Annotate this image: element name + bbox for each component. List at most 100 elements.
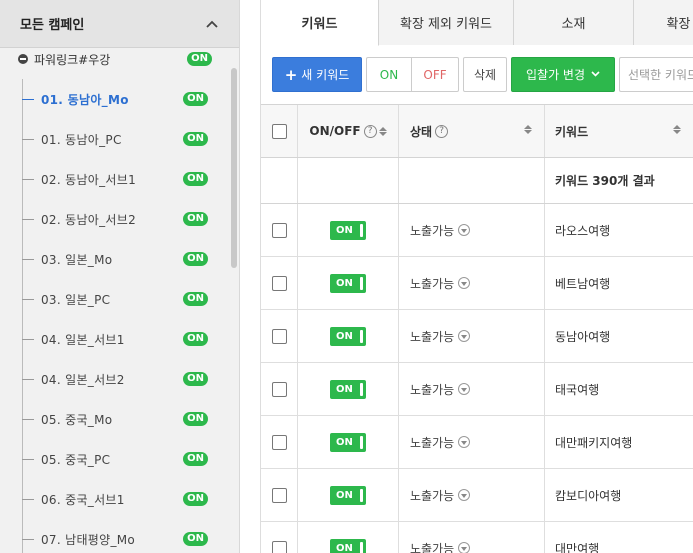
sidebar-scrollbar[interactable] [231, 68, 237, 538]
row-checkbox-cell [261, 469, 298, 521]
dropdown-circle-icon[interactable] [458, 330, 471, 342]
table-row: ON 노출가능 라오스여행 [261, 204, 693, 257]
dropdown-circle-icon[interactable] [458, 383, 471, 395]
delete-button[interactable]: 삭제 [463, 57, 507, 92]
header-keyword[interactable]: 키워드 [545, 105, 693, 157]
table-row: ON 노출가능 캄보디아여행 [261, 469, 693, 522]
status-badge: ON [183, 92, 208, 106]
sidebar-item-label: 06. 중국_서브1 [41, 492, 125, 507]
sidebar-item[interactable]: 04. 일본_서브2 ON [0, 359, 236, 399]
status-badge: ON [183, 532, 208, 546]
dropdown-circle-icon[interactable] [458, 436, 471, 448]
tab-keywords[interactable]: 키워드 [261, 0, 379, 46]
keyword-toolbar: + 새 키워드 ON OFF 삭제 입찰가 변경 선택한 키워드 [272, 57, 693, 92]
new-keyword-button[interactable]: + 새 키워드 [272, 57, 362, 92]
sidebar-item-label: 04. 일본_서브1 [41, 332, 125, 347]
dropdown-circle-icon[interactable] [458, 542, 471, 553]
keyword-text: 대만패키지여행 [555, 435, 633, 450]
tree-branch [22, 498, 34, 500]
state-cell[interactable]: 노출가능 [399, 469, 545, 521]
toggle-cell: ON [298, 204, 399, 256]
keyword-text: 동남아여행 [555, 329, 611, 344]
sidebar-group-powerlink[interactable]: 파워링크#우강 ON [0, 47, 236, 71]
header-state[interactable]: 상태 ? [399, 105, 545, 157]
keyword-cell: 태국여행 [545, 363, 693, 415]
tab-excluded-keywords[interactable]: 확장 제외 키워드 [379, 0, 514, 45]
table-row: ON 노출가능 태국여행 [261, 363, 693, 416]
sidebar-item[interactable]: 02. 동남아_서브1 ON [0, 159, 236, 199]
on-off-toggle[interactable]: ON [330, 538, 366, 553]
chevron-up-icon[interactable] [205, 17, 219, 31]
row-checkbox[interactable] [271, 540, 287, 553]
sidebar-header[interactable]: 모든 캠페인 [0, 0, 239, 48]
row-checkbox[interactable] [271, 328, 287, 344]
row-checkbox[interactable] [271, 381, 287, 397]
row-checkbox[interactable] [271, 487, 287, 503]
sidebar-item[interactable]: 01. 동남아_Mo ON [0, 79, 236, 119]
row-checkbox-cell [261, 363, 298, 415]
tab-ads[interactable]: 소재 [514, 0, 634, 45]
on-off-toggle[interactable]: ON [330, 273, 366, 293]
sidebar-item[interactable]: 04. 일본_서브1 ON [0, 319, 236, 359]
state-cell[interactable]: 노출가능 [399, 522, 545, 553]
sidebar-item[interactable]: 03. 일본_PC ON [0, 279, 236, 319]
selected-keyword-select[interactable]: 선택한 키워드 [619, 57, 693, 92]
new-keyword-label: 새 키워드 [301, 68, 350, 82]
help-icon[interactable]: ? [363, 124, 377, 138]
sidebar-item[interactable]: 03. 일본_Mo ON [0, 239, 236, 279]
state-text: 노출가능 [410, 382, 455, 397]
tab-bar: 키워드 확장 제외 키워드 소재 확장 [261, 0, 693, 46]
on-off-toggle[interactable]: ON [330, 432, 366, 452]
header-state-label: 상태 [410, 124, 433, 139]
sort-icon[interactable] [524, 125, 532, 134]
sort-icon[interactable] [378, 126, 387, 136]
state-cell[interactable]: 노출가능 [399, 204, 545, 256]
status-badge: ON [187, 52, 212, 66]
keyword-text: 라오스여행 [555, 223, 611, 238]
tree-branch [22, 538, 34, 540]
toggle-cell: ON [298, 469, 399, 521]
sidebar-item[interactable]: 01. 동남아_PC ON [0, 119, 236, 159]
sidebar-item[interactable]: 02. 동남아_서브2 ON [0, 199, 236, 239]
row-checkbox[interactable] [271, 275, 287, 291]
collapse-minus-icon[interactable] [18, 54, 28, 64]
on-off-toggle[interactable]: ON [330, 220, 366, 240]
bid-change-label: 입찰가 변경 [525, 68, 585, 82]
dropdown-circle-icon[interactable] [458, 224, 471, 236]
status-badge: ON [183, 252, 208, 266]
sidebar-item[interactable]: 05. 중국_Mo ON [0, 399, 236, 439]
row-checkbox[interactable] [271, 434, 287, 450]
tree-branch [22, 338, 34, 340]
select-all-checkbox[interactable] [271, 123, 287, 139]
row-checkbox[interactable] [271, 222, 287, 238]
on-off-toggle[interactable]: ON [330, 379, 366, 399]
tree-branch [22, 458, 34, 460]
on-off-toggle[interactable]: ON [330, 485, 366, 505]
state-text: 노출가능 [410, 329, 455, 344]
sidebar-item[interactable]: 07. 남태평양_Mo ON [0, 519, 236, 553]
bid-change-dropdown[interactable]: 입찰가 변경 [511, 57, 615, 92]
sidebar-scrollbar-thumb[interactable] [231, 68, 237, 268]
status-badge: ON [183, 332, 208, 346]
help-icon[interactable]: ? [435, 124, 449, 138]
on-button[interactable]: ON [366, 57, 412, 92]
state-cell[interactable]: 노출가능 [399, 416, 545, 468]
header-onoff[interactable]: ON/OFF ? [298, 105, 399, 157]
state-cell[interactable]: 노출가능 [399, 310, 545, 362]
keyword-cell: 라오스여행 [545, 204, 693, 256]
dropdown-circle-icon[interactable] [458, 277, 471, 289]
off-button[interactable]: OFF [412, 57, 459, 92]
dropdown-circle-icon[interactable] [458, 489, 471, 501]
state-cell[interactable]: 노출가능 [399, 257, 545, 309]
tab-extensions[interactable]: 확장 [634, 0, 693, 45]
on-off-toggle[interactable]: ON [330, 326, 366, 346]
state-cell[interactable]: 노출가능 [399, 363, 545, 415]
sidebar-item-label: 03. 일본_Mo [41, 252, 113, 267]
status-badge: ON [183, 492, 208, 506]
keyword-table: ON/OFF ? 상태 ? 키워드 키워드 390개 결과 ON 노출가능 라오… [261, 104, 693, 553]
sort-icon[interactable] [673, 125, 681, 134]
sidebar-item[interactable]: 06. 중국_서브1 ON [0, 479, 236, 519]
sidebar-item-label: 01. 동남아_Mo [41, 92, 129, 107]
sidebar-item[interactable]: 05. 중국_PC ON [0, 439, 236, 479]
keyword-cell: 대만여행 [545, 522, 693, 553]
